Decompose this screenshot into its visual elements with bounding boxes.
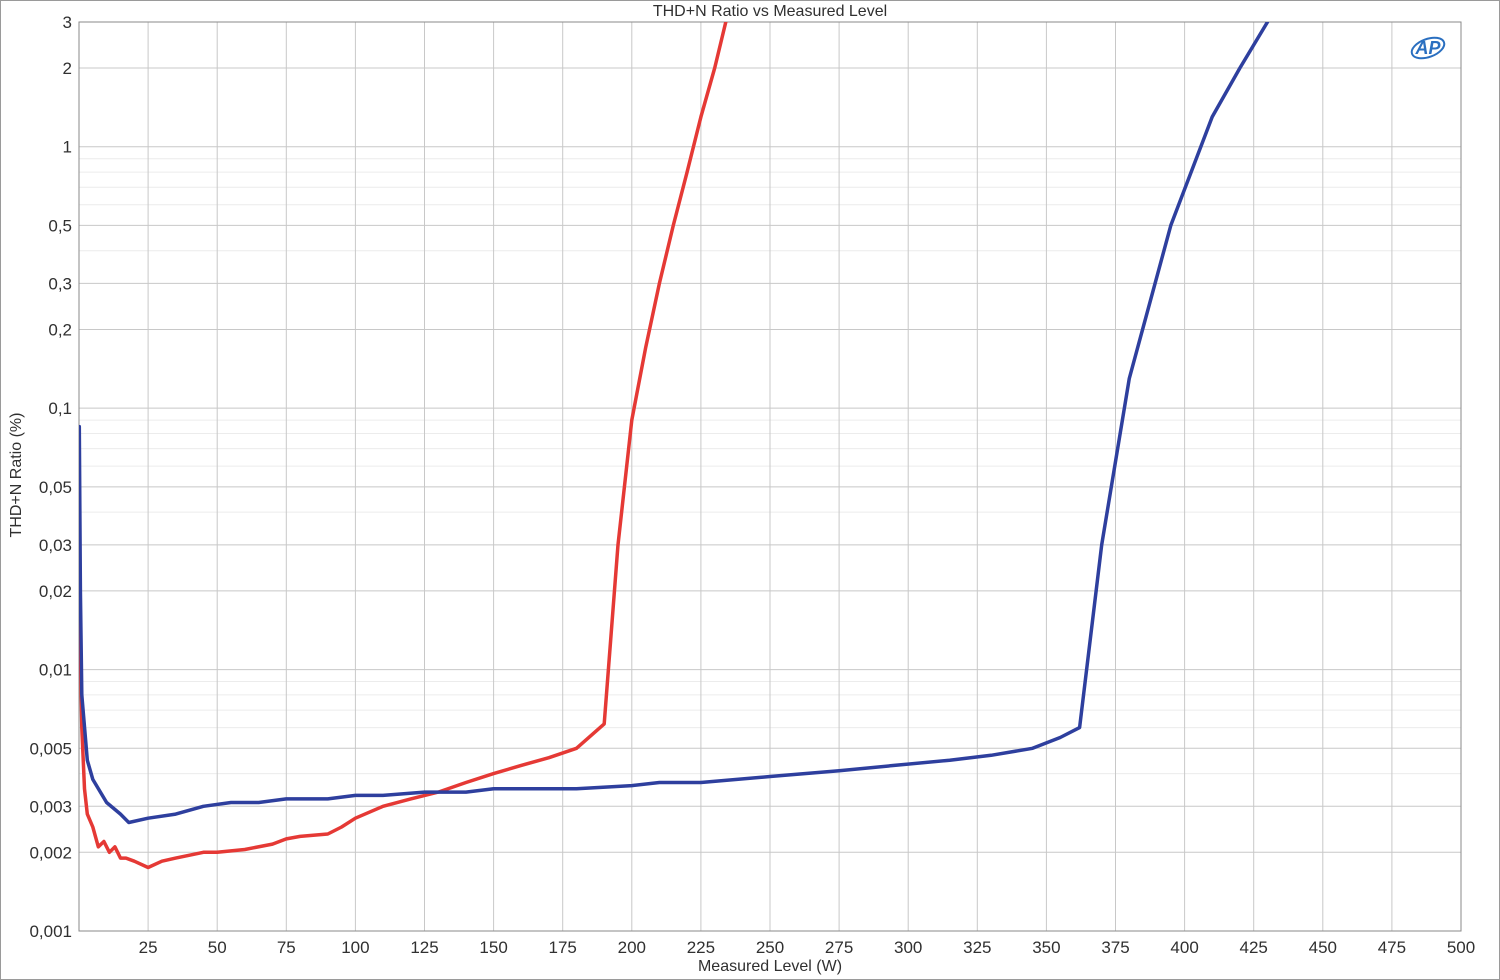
x-tick-label: 400 [1170,938,1198,957]
x-tick-label: 75 [277,938,296,957]
series-line-2 [79,22,1270,825]
y-tick-label: 2 [63,59,72,78]
y-tick-label: 0,2 [48,320,72,339]
x-tick-label: 100 [341,938,369,957]
y-axis-title: THD+N Ratio (%) [8,413,25,538]
y-tick-label: 0,003 [29,797,72,816]
ap-logo: AP [1410,36,1446,60]
y-axis-ticks: 0,001 0,002 0,003 0,005 0,01 0,02 0,03 0,05 0,1 0… [29,13,72,941]
x-tick-label: 325 [963,938,991,957]
x-axis-title: Measured Level (W) [698,958,842,975]
x-tick-label: 275 [825,938,853,957]
y-tick-label: 0,1 [48,399,72,418]
x-tick-label: 125 [410,938,438,957]
y-tick-label: 0,03 [39,536,72,555]
series-layer [79,22,1270,870]
y-tick-label: 0,3 [48,274,72,293]
x-tick-label: 150 [479,938,507,957]
y-tick-label: 0,005 [29,739,72,758]
x-tick-label: 25 [139,938,158,957]
x-tick-label: 500 [1447,938,1475,957]
x-tick-label: 375 [1101,938,1129,957]
y-tick-label: 0,001 [29,922,72,941]
y-tick-label: 0,05 [39,478,72,497]
x-tick-label: 50 [208,938,227,957]
x-tick-label: 200 [618,938,646,957]
ap-logo-text: AP [1414,38,1441,58]
chart-title: THD+N Ratio vs Measured Level [653,3,887,20]
x-tick-label: 350 [1032,938,1060,957]
y-tick-label: 3 [63,13,72,32]
y-tick-label: 0,02 [39,582,72,601]
x-tick-label: 175 [549,938,577,957]
x-tick-label: 225 [687,938,715,957]
x-tick-label: 475 [1378,938,1406,957]
major-gridlines [79,21,1462,932]
x-tick-label: 300 [894,938,922,957]
y-tick-label: 0,5 [48,216,72,235]
x-tick-label: 250 [756,938,784,957]
thd-chart: 25 50 75 100 125 150 175 200 225 250 275 300 325 350 3… [8,3,1476,975]
y-tick-label: 1 [63,138,72,157]
series-line-1 [79,22,728,870]
x-tick-label: 425 [1240,938,1268,957]
y-tick-label: 0,002 [29,843,72,862]
x-tick-label: 450 [1309,938,1337,957]
y-tick-label: 0,01 [39,661,72,680]
x-axis-ticks: 25 50 75 100 125 150 175 200 225 250 275 300 325 350 3… [139,938,1476,957]
